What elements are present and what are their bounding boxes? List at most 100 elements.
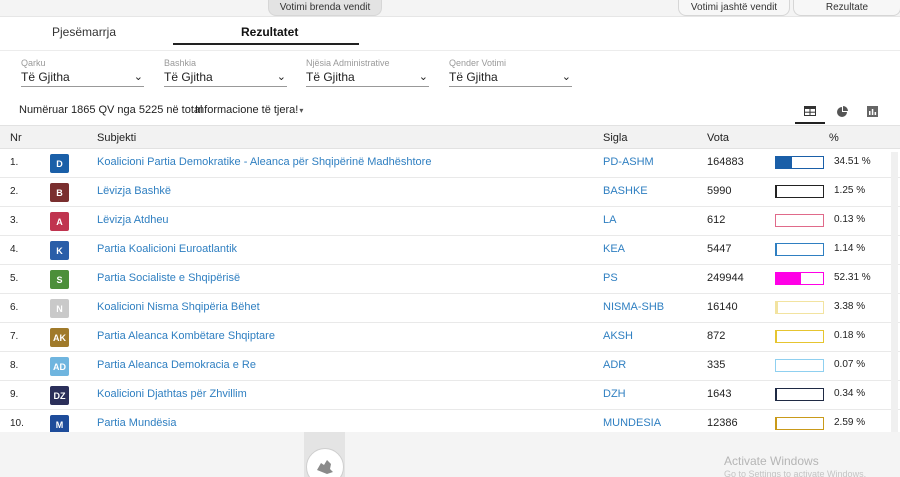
row-number: 2. bbox=[10, 186, 19, 197]
party-logo-icon: B bbox=[50, 183, 69, 202]
table-row[interactable]: 8. AD Partia Aleanca Demokracia e Re ADR 335… bbox=[0, 352, 900, 381]
abroad-vote-button[interactable]: Votimi jashtë vendit bbox=[678, 0, 790, 16]
party-acronym[interactable]: LA bbox=[603, 214, 616, 226]
party-name-link[interactable]: Partia Aleanca Demokracia e Re bbox=[97, 359, 256, 371]
filter-value: Të Gjitha bbox=[449, 70, 498, 84]
vote-percent: 0.34 % bbox=[834, 388, 866, 399]
party-acronym[interactable]: DZH bbox=[603, 388, 626, 400]
vote-count: 612 bbox=[707, 214, 726, 226]
vote-count: 1643 bbox=[707, 388, 732, 400]
chevron-down-icon: ▾ bbox=[299, 106, 304, 115]
vote-percent: 52.31 % bbox=[834, 272, 871, 283]
activate-windows-subtitle: Go to Settings to activate Windows. bbox=[724, 469, 867, 477]
scrollbar[interactable] bbox=[891, 152, 898, 432]
results-button[interactable]: Rezultate bbox=[793, 0, 900, 16]
party-name-link[interactable]: Koalicioni Nisma Shqipëria Bëhet bbox=[97, 301, 260, 313]
share-bar bbox=[775, 330, 824, 343]
filter-value: Të Gjitha bbox=[306, 70, 355, 84]
party-logo-icon: AD bbox=[50, 357, 69, 376]
table-row[interactable]: 9. DZ Koalicioni Djathtas për Zhvillim DZH 1… bbox=[0, 381, 900, 410]
activate-windows-title: Activate Windows bbox=[724, 454, 819, 468]
party-acronym[interactable]: NISMA-SHB bbox=[603, 301, 664, 313]
pie-chart-icon[interactable] bbox=[827, 99, 857, 124]
row-number: 1. bbox=[10, 157, 19, 168]
share-bar bbox=[775, 214, 824, 227]
tab-results[interactable]: Rezultatet bbox=[241, 25, 298, 39]
vote-count: 335 bbox=[707, 359, 726, 371]
filter-select[interactable]: Të Gjitha ⌄ bbox=[21, 69, 144, 87]
row-number: 7. bbox=[10, 331, 19, 342]
share-bar bbox=[775, 359, 824, 372]
counted-stations-text: Numëruar 1865 QV nga 5225 në total bbox=[19, 104, 203, 116]
table-view-icon[interactable] bbox=[795, 99, 825, 124]
vote-count: 16140 bbox=[707, 301, 738, 313]
party-logo-icon: D bbox=[50, 154, 69, 173]
filter-label: Qarku bbox=[21, 58, 46, 68]
filter-municipality[interactable]: Bashkia Të Gjitha ⌄ bbox=[164, 58, 287, 87]
table-row[interactable]: 3. A Lëvizja Atdheu LA 612 0.13 % bbox=[0, 207, 900, 236]
table-row[interactable]: 2. B Lëvizja Bashkë BASHKE 5990 1.25 % bbox=[0, 178, 900, 207]
party-acronym[interactable]: ADR bbox=[603, 359, 626, 371]
share-bar bbox=[775, 243, 824, 256]
party-acronym[interactable]: BASHKE bbox=[603, 185, 648, 197]
filter-select[interactable]: Të Gjitha ⌄ bbox=[164, 69, 287, 87]
share-bar-fill bbox=[776, 244, 777, 255]
party-name-link[interactable]: Partia Koalicioni Euroatlantik bbox=[97, 243, 237, 255]
row-number: 3. bbox=[10, 215, 19, 226]
party-name-link[interactable]: Partia Mundësia bbox=[97, 417, 177, 429]
vote-percent: 0.07 % bbox=[834, 359, 866, 370]
party-name-link[interactable]: Partia Aleanca Kombëtare Shqiptare bbox=[97, 330, 275, 342]
results-table: Nr Subjekti Sigla Vota % 1. D Koalicioni P… bbox=[0, 125, 900, 439]
more-info-label: Informacione të tjera! bbox=[195, 104, 299, 116]
domestic-vote-button[interactable]: Votimi brenda vendit bbox=[268, 0, 382, 16]
filter-select[interactable]: Të Gjitha ⌄ bbox=[449, 69, 572, 87]
column-header-nr[interactable]: Nr bbox=[10, 132, 22, 144]
tab-participation[interactable]: Pjesëmarrja bbox=[52, 25, 116, 39]
party-acronym[interactable]: MUNDESIA bbox=[603, 417, 661, 429]
filter-admin-unit[interactable]: Njësia Administrative Të Gjitha ⌄ bbox=[306, 58, 429, 87]
table-row[interactable]: 6. N Koalicioni Nisma Shqipëria Bëhet NISMA… bbox=[0, 294, 900, 323]
party-logo-icon: N bbox=[50, 299, 69, 318]
vote-count: 164883 bbox=[707, 156, 744, 168]
column-header-sigla[interactable]: Sigla bbox=[603, 132, 627, 144]
vote-count: 5447 bbox=[707, 243, 732, 255]
chevron-down-icon: ⌄ bbox=[418, 71, 428, 83]
party-acronym[interactable]: PS bbox=[603, 272, 618, 284]
bar-chart-icon[interactable] bbox=[857, 99, 887, 124]
table-row[interactable]: 7. AK Partia Aleanca Kombëtare Shqiptare AK… bbox=[0, 323, 900, 352]
share-bar-fill bbox=[776, 157, 793, 168]
share-bar bbox=[775, 272, 824, 285]
table-body: 1. D Koalicioni Partia Demokratike - Alean… bbox=[0, 149, 900, 439]
filter-value: Të Gjitha bbox=[21, 70, 70, 84]
party-acronym[interactable]: AKSH bbox=[603, 330, 633, 342]
table-row[interactable]: 5. S Partia Socialiste e Shqipërisë PS 24994… bbox=[0, 265, 900, 294]
row-number: 10. bbox=[10, 418, 24, 429]
column-header-subject[interactable]: Subjekti bbox=[97, 132, 136, 144]
party-acronym[interactable]: PD-ASHM bbox=[603, 156, 654, 168]
vote-percent: 1.25 % bbox=[834, 185, 866, 196]
filter-district[interactable]: Qarku Të Gjitha ⌄ bbox=[21, 58, 144, 87]
chevron-down-icon: ⌄ bbox=[276, 71, 286, 83]
party-name-link[interactable]: Lëvizja Atdheu bbox=[97, 214, 169, 226]
table-row[interactable]: 1. D Koalicioni Partia Demokratike - Alean… bbox=[0, 149, 900, 178]
filter-voting-center[interactable]: Qender Votimi Të Gjitha ⌄ bbox=[449, 58, 572, 87]
party-logo-icon: K bbox=[50, 241, 69, 260]
vote-percent: 3.38 % bbox=[834, 301, 866, 312]
party-name-link[interactable]: Koalicioni Djathtas për Zhvillim bbox=[97, 388, 247, 400]
column-header-votes[interactable]: Vota bbox=[707, 132, 729, 144]
more-info-dropdown[interactable]: Informacione të tjera!▾ bbox=[195, 104, 303, 116]
chevron-down-icon: ⌄ bbox=[133, 71, 143, 83]
filter-label: Njësia Administrative bbox=[306, 58, 390, 68]
table-row[interactable]: 4. K Partia Koalicioni Euroatlantik KEA 5447… bbox=[0, 236, 900, 265]
party-name-link[interactable]: Partia Socialiste e Shqipërisë bbox=[97, 272, 240, 284]
party-acronym[interactable]: KEA bbox=[603, 243, 625, 255]
share-bar bbox=[775, 388, 824, 401]
vote-percent: 0.18 % bbox=[834, 330, 866, 341]
party-name-link[interactable]: Koalicioni Partia Demokratike - Aleanca … bbox=[97, 156, 431, 168]
filter-select[interactable]: Të Gjitha ⌄ bbox=[306, 69, 429, 87]
party-name-link[interactable]: Lëvizja Bashkë bbox=[97, 185, 171, 197]
column-header-percent[interactable]: % bbox=[829, 132, 839, 144]
party-logo-icon: S bbox=[50, 270, 69, 289]
tab-bar: Pjesëmarrja Rezultatet bbox=[0, 17, 900, 51]
share-bar-fill bbox=[776, 418, 778, 429]
